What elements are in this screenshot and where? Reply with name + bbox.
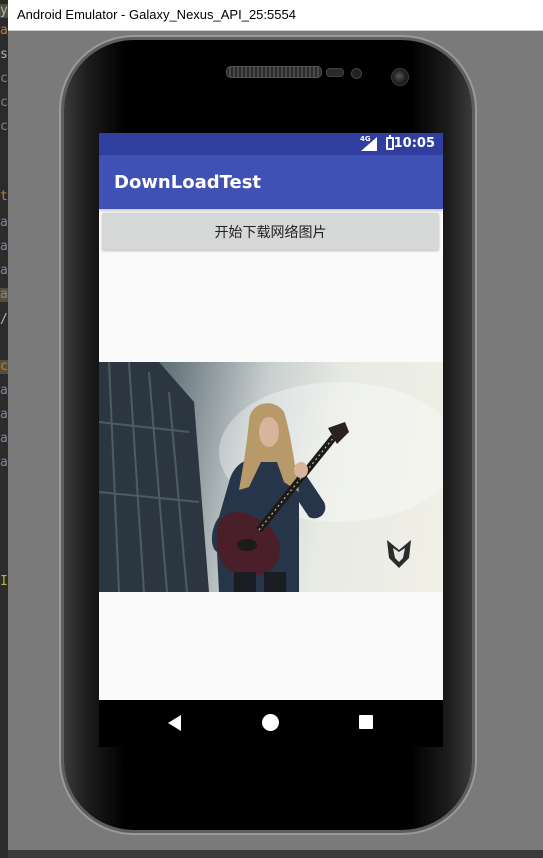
guitarist-photo (99, 362, 443, 592)
app-toolbar: DownLoadTest (99, 155, 443, 209)
navigation-bar (99, 700, 443, 747)
ide-glyph: a (0, 240, 8, 254)
ide-glyph: s (0, 48, 8, 62)
status-bar: 4G 10:05 (99, 133, 443, 155)
downloaded-image (99, 362, 443, 592)
ide-glyph: a (0, 408, 8, 422)
ide-glyph: a (0, 288, 8, 302)
proximity-sensor (326, 68, 344, 77)
status-time: 10:05 (393, 136, 435, 151)
ide-background: y a s c c c t a a a a / c a a a a I (0, 0, 8, 858)
ide-glyph: I (0, 575, 8, 589)
light-sensor (351, 68, 362, 79)
app-title: DownLoadTest (114, 172, 262, 193)
ide-glyph: a (0, 456, 8, 470)
start-download-button[interactable]: 开始下载网络图片 (102, 213, 439, 250)
ide-glyph: a (0, 24, 8, 38)
ide-glyph: c (0, 120, 8, 134)
ide-glyph: a (0, 216, 8, 230)
ide-glyph: c (0, 72, 8, 86)
ide-glyph: c (0, 360, 8, 374)
front-camera-icon (391, 68, 409, 86)
ide-glyph: c (0, 96, 8, 110)
ide-glyph: t (0, 190, 8, 204)
ide-glyph: a (0, 432, 8, 446)
earpiece-speaker (226, 66, 322, 78)
ide-glyph: a (0, 264, 8, 278)
window-bottom-edge (8, 850, 543, 858)
window-titlebar[interactable]: Android Emulator - Galaxy_Nexus_API_25:5… (8, 0, 543, 31)
home-icon[interactable] (262, 714, 279, 731)
network-type-label: 4G (360, 135, 371, 143)
ide-glyph: / (0, 313, 8, 327)
back-icon[interactable] (168, 715, 181, 731)
ide-glyph: a (0, 384, 8, 398)
device-screen: 4G 10:05 DownLoadTest 开始下载网络图片 (99, 133, 443, 747)
ide-glyph: y (0, 4, 8, 18)
recents-icon[interactable] (359, 715, 373, 729)
window-title: Android Emulator - Galaxy_Nexus_API_25:5… (17, 7, 296, 22)
power-button[interactable] (472, 208, 477, 268)
